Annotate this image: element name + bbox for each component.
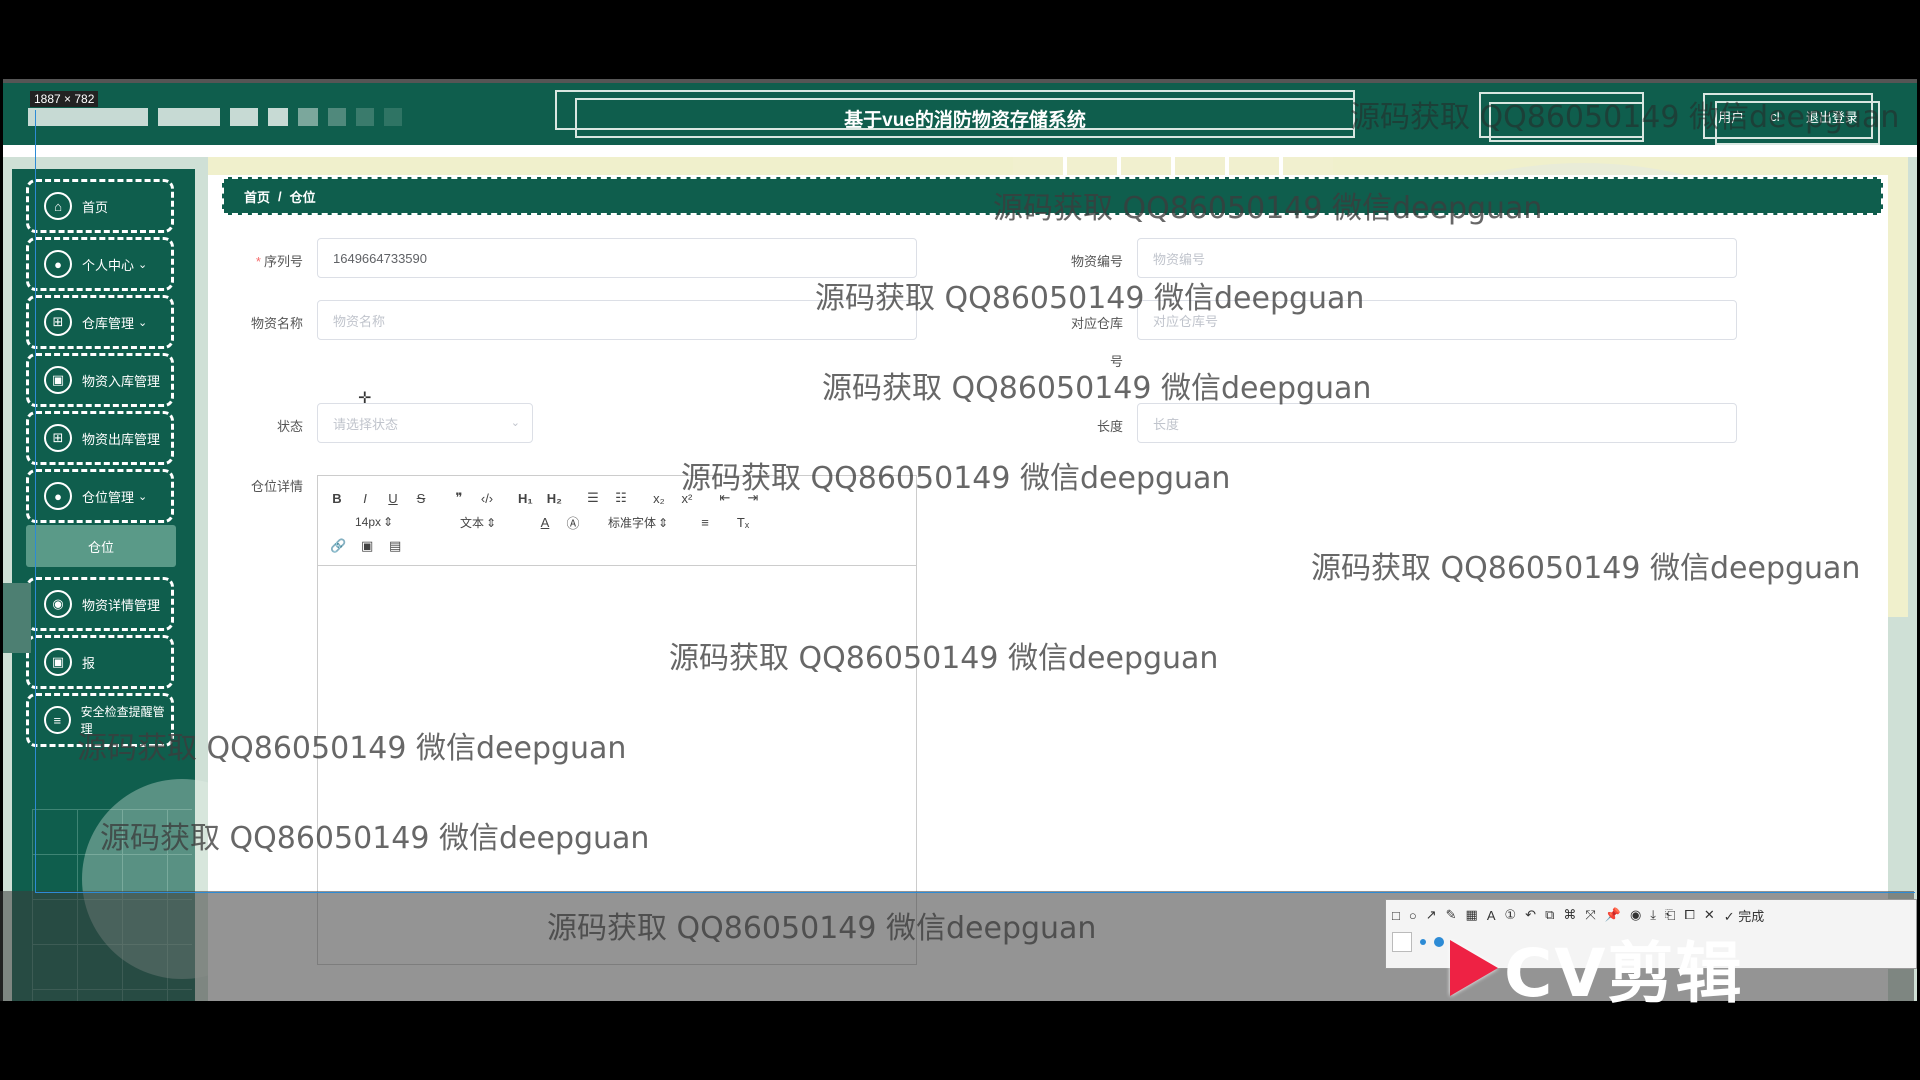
cv-logo: CV剪辑 xyxy=(1450,920,1744,1016)
status-select[interactable]: 请选择状态 ⌄ xyxy=(317,403,533,443)
breadcrumb-current: 仓位 xyxy=(289,189,316,205)
breadcrumb-separator: / xyxy=(278,188,282,204)
background-color-icon[interactable]: Ⓐ xyxy=(566,513,580,532)
cursor-crosshair: ✛ xyxy=(358,390,372,407)
list-icon: ≡ xyxy=(44,706,71,734)
heading2-icon[interactable]: H₂ xyxy=(547,491,562,506)
ellipse-tool-icon[interactable]: ○ xyxy=(1409,908,1417,923)
sidebar-subitem-location[interactable]: 仓位 xyxy=(26,525,176,567)
stroke-size-option[interactable] xyxy=(1392,932,1412,952)
sidebar-item-outbound[interactable]: ⊞ 物资出库管理 xyxy=(26,411,174,465)
watermark: 源码获取 QQ86050149 微信deepguan xyxy=(1311,551,1861,586)
sidebar-item-label: 仓位管理 xyxy=(82,489,135,505)
chevron-down-icon: ⌄ xyxy=(138,258,148,271)
material-no-input[interactable]: 物资编号 xyxy=(1137,238,1737,278)
font-size-select[interactable]: 14px ⇕ xyxy=(330,515,420,529)
sidebar-item-label: 个人中心 xyxy=(82,257,135,273)
quote-icon[interactable]: ❞ xyxy=(452,490,466,506)
watermark: 源码获取 QQ86050149 微信deepguan xyxy=(547,911,1097,946)
image-icon[interactable]: ▣ xyxy=(360,538,374,554)
inbox-icon: ▣ xyxy=(44,648,72,676)
sidebar-item-label: 物资入库管理 xyxy=(82,373,161,389)
stroke-large-dot[interactable] xyxy=(1434,937,1444,947)
detail-label: 仓位详情 xyxy=(250,479,303,494)
sidebar-shadow xyxy=(3,583,31,653)
inbox-icon: ▣ xyxy=(44,366,72,394)
header-select[interactable]: 文本 ⇕ xyxy=(434,514,524,531)
watermark: 源码获取 QQ86050149 微信deepguan xyxy=(669,641,1219,676)
length-input[interactable]: 长度 xyxy=(1137,403,1737,443)
user-icon: ● xyxy=(44,482,72,510)
chevron-down-icon: ⌄ xyxy=(138,316,148,329)
top-decoration xyxy=(28,108,402,126)
bullet-list-icon[interactable]: ☷ xyxy=(614,490,628,506)
capture-guide-horizontal xyxy=(35,892,1915,893)
sidebar-item-label: 首页 xyxy=(82,199,109,215)
clear-format-icon[interactable]: Tₓ xyxy=(736,515,750,530)
status-label: 状态 xyxy=(276,419,303,434)
grid-icon: ⊞ xyxy=(44,424,72,452)
font-family-select[interactable]: 标准字体 ⇕ xyxy=(594,514,684,531)
sidebar-item-profile[interactable]: ● 个人中心 ⌄ xyxy=(26,237,174,291)
sidebar-item-report[interactable]: ▣ 报 xyxy=(26,635,174,689)
code-icon[interactable]: ‹/› xyxy=(480,491,494,506)
sidebar: ⌂ 首页 ● 个人中心 ⌄ ⊞ 仓库管理 ⌄ ▣ 物资入库管理 ⊞ 物资出库管理 xyxy=(12,169,282,1001)
rectangle-tool-icon[interactable]: □ xyxy=(1392,908,1400,923)
video-frame: 1887 × 782 基于vue的消防物资存储系统 用户 cl 退出登录 ⌂ 首… xyxy=(0,0,1920,1080)
heading1-icon[interactable]: H₁ xyxy=(518,491,533,506)
sidebar-item-warehouse[interactable]: ⊞ 仓库管理 ⌄ xyxy=(26,295,174,349)
stroke-small-dot[interactable] xyxy=(1420,939,1426,945)
ordered-list-icon[interactable]: ☰ xyxy=(586,490,600,506)
watermark: 源码获取 QQ86050149 微信deepguan xyxy=(822,371,1372,406)
italic-icon[interactable]: I xyxy=(358,491,372,506)
user-icon: ● xyxy=(44,250,72,278)
app-screen: 基于vue的消防物资存储系统 用户 cl 退出登录 ⌂ 首页 ● 个人中心 ⌄ xyxy=(3,79,1917,1001)
grid-icon: ⊞ xyxy=(44,308,72,336)
sidebar-item-label: 报 xyxy=(82,655,96,671)
strike-icon[interactable]: S xyxy=(414,491,428,506)
sidebar-item-inbound[interactable]: ▣ 物资入库管理 xyxy=(26,353,174,407)
sidebar-item-label: 仓库管理 xyxy=(82,315,135,331)
watermark: 源码获取 QQ86050149 微信deepguan xyxy=(77,731,627,766)
length-label: 长度 xyxy=(1096,419,1123,434)
header-strip xyxy=(3,145,1917,157)
watermark: 源码获取 QQ86050149 微信deepguan xyxy=(1350,100,1900,135)
chevron-down-icon: ⌄ xyxy=(138,490,148,503)
bold-icon[interactable]: B xyxy=(330,491,344,506)
watermark: 源码获取 QQ86050149 微信deepguan xyxy=(681,461,1231,496)
serial-input[interactable]: 1649664733590 xyxy=(317,238,917,278)
app-title: 基于vue的消防物资存储系统 xyxy=(575,98,1355,138)
capture-guide-vertical xyxy=(35,110,36,893)
watermark: 源码获取 QQ86050149 微信deepguan xyxy=(993,191,1543,226)
sidebar-item-details[interactable]: ◉ 物资详情管理 xyxy=(26,577,174,631)
sidebar-item-location[interactable]: ● 仓位管理 ⌄ xyxy=(26,469,174,523)
home-icon: ⌂ xyxy=(44,192,72,220)
sidebar-item-home[interactable]: ⌂ 首页 xyxy=(26,179,174,233)
watermark: 源码获取 QQ86050149 微信deepguan xyxy=(100,821,650,856)
align-icon[interactable]: ≡ xyxy=(698,515,712,530)
material-name-label: 物资名称 xyxy=(250,316,303,331)
serial-label: * 序列号 xyxy=(255,254,303,269)
status-placeholder: 请选择状态 xyxy=(333,416,399,432)
arrow-tool-icon[interactable]: ↗ xyxy=(1426,907,1437,923)
sidebar-item-label: 物资详情管理 xyxy=(82,597,161,613)
circle-icon: ◉ xyxy=(44,590,72,618)
watermark: 源码获取 QQ86050149 微信deepguan xyxy=(815,281,1365,316)
link-icon[interactable]: 🔗 xyxy=(330,538,346,554)
play-icon xyxy=(1450,940,1498,996)
breadcrumb-home[interactable]: 首页 xyxy=(244,187,270,206)
chevron-down-icon: ⌄ xyxy=(510,417,520,429)
sidebar-item-label: 物资出库管理 xyxy=(82,431,161,447)
cv-logo-text: CV剪辑 xyxy=(1504,935,1744,1012)
subscript-icon[interactable]: x₂ xyxy=(652,491,666,506)
video-icon[interactable]: ▤ xyxy=(388,538,402,554)
underline-icon[interactable]: U xyxy=(386,491,400,506)
font-color-icon[interactable]: A xyxy=(538,515,552,530)
capture-size-tag: 1887 × 782 xyxy=(30,91,99,107)
material-no-label: 物资编号 xyxy=(1070,254,1123,269)
